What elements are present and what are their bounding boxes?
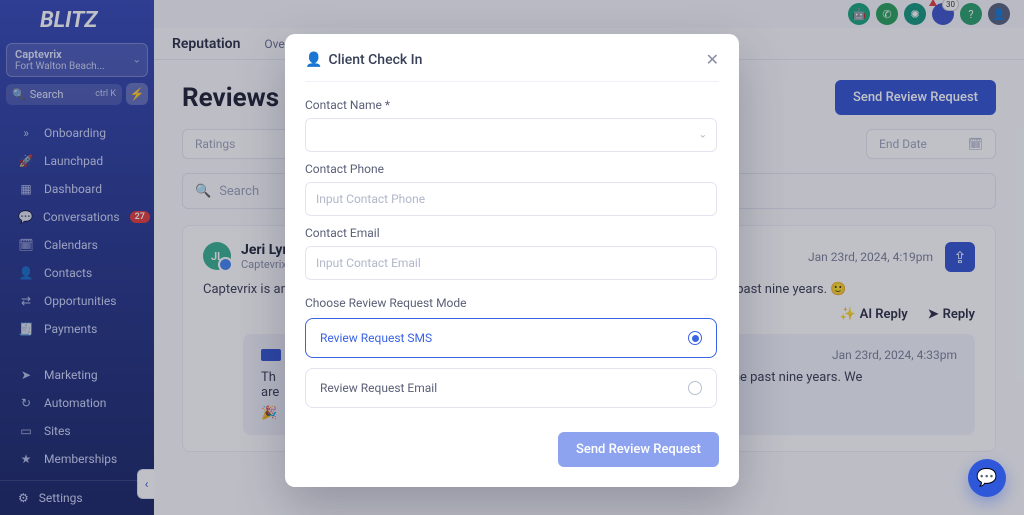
- modal-close-button[interactable]: ✕: [706, 50, 719, 69]
- chat-fab[interactable]: 💬: [968, 459, 1006, 497]
- review-mode-label: Choose Review Request Mode: [305, 296, 717, 310]
- contact-name-label: Contact Name *: [305, 98, 717, 112]
- modal-send-button[interactable]: Send Review Request: [558, 432, 719, 467]
- radio-icon: [688, 331, 702, 345]
- contact-email-input[interactable]: [305, 246, 717, 280]
- contact-phone-input[interactable]: [305, 182, 717, 216]
- chevron-down-icon: ⌄: [699, 130, 707, 141]
- review-mode-email-label: Review Request Email: [320, 381, 437, 395]
- review-mode-sms[interactable]: Review Request SMS: [305, 318, 717, 358]
- radio-icon: [688, 381, 702, 395]
- modal-title: Client Check In: [328, 52, 422, 68]
- client-check-in-modal: 👤 Client Check In ✕ Contact Name * ⌄ Con…: [285, 34, 739, 487]
- modal-backdrop[interactable]: 👤 Client Check In ✕ Contact Name * ⌄ Con…: [0, 0, 1024, 515]
- contact-phone-label: Contact Phone: [305, 162, 717, 176]
- chat-icon: 💬: [976, 468, 997, 488]
- review-mode-email[interactable]: Review Request Email: [305, 368, 717, 408]
- contact-email-label: Contact Email: [305, 226, 717, 240]
- contact-name-select[interactable]: [305, 118, 717, 152]
- person-icon: 👤: [305, 52, 322, 68]
- review-mode-sms-label: Review Request SMS: [320, 331, 432, 345]
